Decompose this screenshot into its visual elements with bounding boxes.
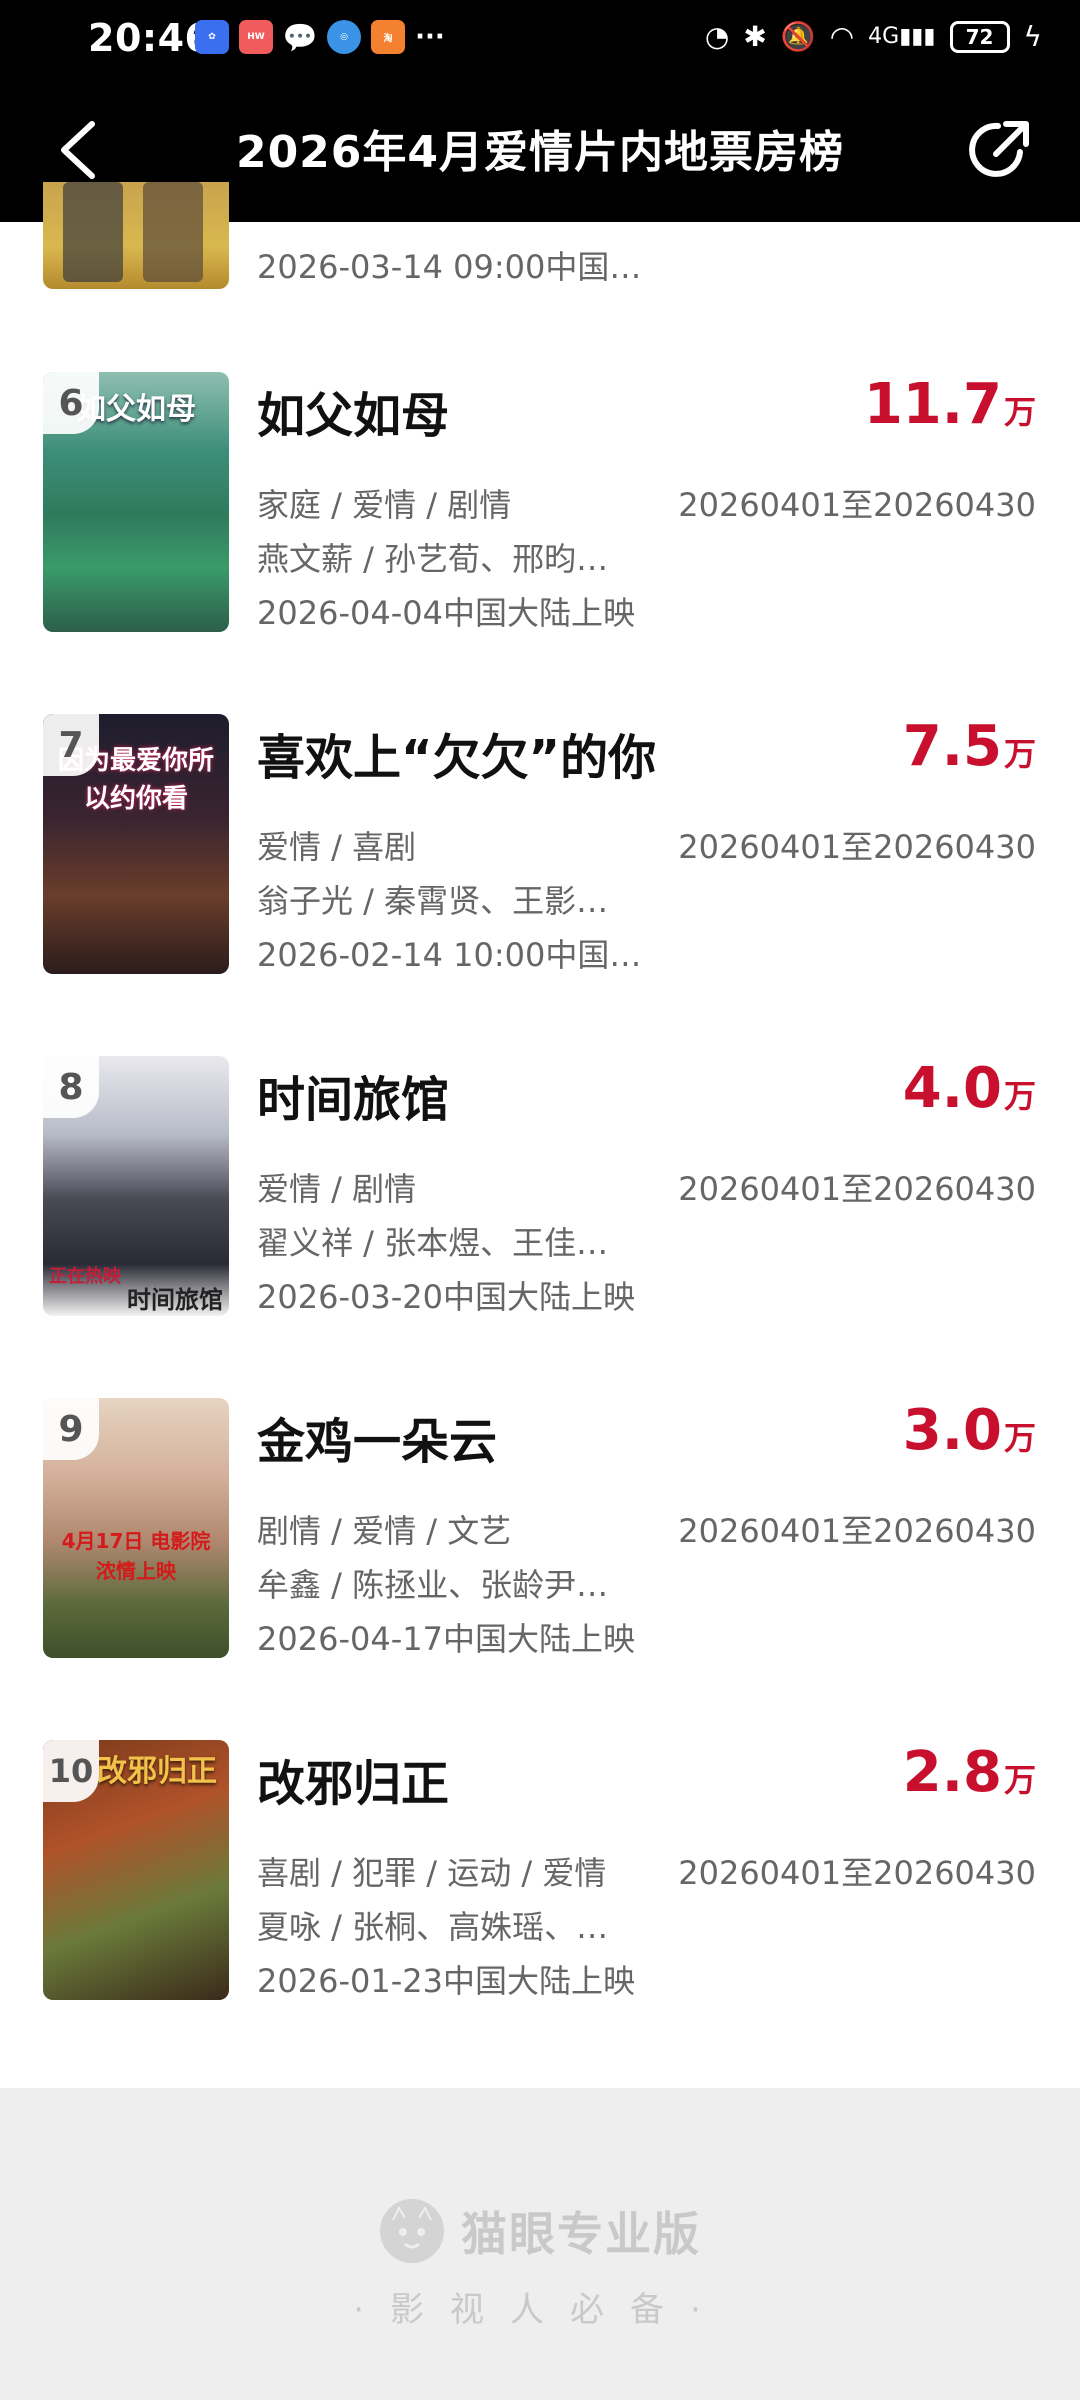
stat-period: 20260401至20260430	[678, 1854, 1036, 1892]
movie-name: 如父如母	[257, 388, 450, 444]
box-office-unit: 万	[1003, 735, 1036, 773]
maoyan-cat-logo-icon	[380, 2199, 444, 2263]
stat-period: 20260401至20260430	[678, 1170, 1036, 1208]
box-office-unit: 万	[1003, 1077, 1036, 1115]
release-date: 2026-04-04中国大陆上映	[257, 594, 635, 632]
movie-genre: 爱情 / 剧情	[257, 1170, 417, 1208]
box-office-value: 7.5	[902, 714, 1002, 779]
movie-cast: 燕文薪 / 孙艺荀、邢昀…	[257, 540, 609, 578]
wechat-icon: 💬	[282, 20, 318, 54]
more-notifications-icon: ···	[415, 22, 445, 52]
status-bar: 20:46 ✿ HW 💬 ◎ 淘 ··· ◔ ✱ 🔕 ◠ 4G▮▮▮ 72 ϟ	[0, 0, 1080, 80]
movie-poster	[43, 182, 229, 289]
movie-cast: 翟义祥 / 张本煜、王佳…	[257, 1224, 609, 1262]
release-date: 2026-03-20中国大陆上映	[257, 1278, 635, 1316]
page-title: 2026年4月爱情片内地票房榜	[235, 127, 845, 178]
charging-icon: ϟ	[1023, 20, 1042, 53]
rank-badge: 9	[43, 1398, 99, 1460]
poster-title: 时间旅馆	[127, 1286, 223, 1314]
network-type: 4G	[868, 24, 900, 49]
mute-icon: 🔕	[780, 20, 816, 53]
footer: 猫眼专业版 ·影视人必备·	[0, 2088, 1080, 2400]
box-office: 2.8 万	[903, 1740, 1036, 1805]
movie-poster: 正在热映 时间旅馆 8	[43, 1056, 229, 1316]
list-item[interactable]: 正在热映 时间旅馆 8 时间旅馆 4.0 万 爱情 / 剧情 20260401至…	[0, 1056, 1080, 1398]
movie-cast: 夏咏 / 张桐、高姝瑶、…	[257, 1908, 609, 1946]
poster-title: 改邪归正	[97, 1754, 217, 1789]
brand: 猫眼专业版	[0, 2198, 1080, 2264]
stat-period: 20260401至20260430	[678, 828, 1036, 866]
taobao-icon: 淘	[371, 20, 405, 54]
box-office: 4.0 万	[903, 1056, 1036, 1121]
movie-poster: 如父如母 6	[43, 372, 229, 632]
movie-genre: 家庭 / 爱情 / 剧情	[257, 486, 512, 524]
box-office-unit: 万	[1003, 1761, 1036, 1799]
movie-genre: 爱情 / 喜剧	[257, 828, 417, 866]
speed-icon: ◔	[704, 20, 730, 53]
bluetooth-icon: ✱	[743, 20, 767, 53]
browser-icon: ◎	[327, 20, 361, 54]
movie-poster: 改邪归正 10	[43, 1740, 229, 2000]
status-time: 20:46	[88, 16, 212, 60]
list-item[interactable]: 改邪归正 10 改邪归正 2.8 万 喜剧 / 犯罪 / 运动 / 爱情 202…	[0, 1740, 1080, 2082]
movie-genre: 剧情 / 爱情 / 文艺	[257, 1512, 512, 1550]
box-office: 7.5 万	[903, 714, 1036, 779]
release-date: 2026-01-23中国大陆上映	[257, 1962, 635, 2000]
movie-poster: 因为最爱你所以约你看 7	[43, 714, 229, 974]
movie-poster: 4月17日 电影院 浓情上映 9	[43, 1398, 229, 1658]
movie-name: 时间旅馆	[257, 1072, 450, 1128]
poster-tag: 正在热映	[49, 1266, 121, 1287]
poster-title: 4月17日 电影院 浓情上映	[61, 1529, 211, 1583]
box-office-value: 11.7	[863, 372, 1002, 437]
notification-icons: ✿ HW 💬 ◎ 淘 ···	[195, 20, 445, 54]
system-icons: ◔ ✱ 🔕 ◠ 4G▮▮▮ 72 ϟ	[705, 20, 1042, 53]
share-icon[interactable]	[962, 112, 1038, 188]
box-office-value: 3.0	[902, 1398, 1002, 1463]
stat-period: 20260401至20260430	[678, 486, 1036, 524]
wifi-icon: ◠	[829, 20, 855, 53]
box-office: 11.7 万	[864, 372, 1036, 437]
rank-badge: 7	[43, 714, 99, 776]
release-date: 2026-04-17中国大陆上映	[257, 1620, 635, 1658]
movie-cast: 翁子光 / 秦霄贤、王影…	[257, 882, 609, 920]
movie-name: 喜欢上“欠欠”的你	[257, 730, 657, 786]
list-item[interactable]: 4月17日 电影院 浓情上映 9 金鸡一朵云 3.0 万 剧情 / 爱情 / 文…	[0, 1398, 1080, 1740]
movie-name: 改邪归正	[257, 1756, 450, 1812]
rank-badge: 8	[43, 1056, 99, 1118]
list-item-partial[interactable]: 2026-03-14 09:00中国…	[0, 182, 1080, 322]
battery-level: 72	[965, 24, 994, 49]
release-date: 2026-02-14 10:00中国…	[257, 936, 642, 974]
rank-badge: 10	[43, 1740, 99, 1802]
stat-period: 20260401至20260430	[678, 1512, 1036, 1550]
battery-icon: 72	[949, 20, 1010, 53]
box-office-unit: 万	[1003, 393, 1036, 431]
movie-cast: 牟鑫 / 陈拯业、张龄尹…	[257, 1566, 609, 1604]
release-date: 2026-03-14 09:00中国…	[257, 248, 642, 286]
signal-icon: 4G▮▮▮	[868, 24, 936, 49]
brand-name: 猫眼专业版	[461, 2207, 701, 2261]
movie-name: 金鸡一朵云	[257, 1414, 498, 1470]
movie-genre: 喜剧 / 犯罪 / 运动 / 爱情	[257, 1854, 607, 1892]
list-item[interactable]: 因为最爱你所以约你看 7 喜欢上“欠欠”的你 7.5 万 爱情 / 喜剧 202…	[0, 714, 1080, 1056]
huawei-notification-icon: HW	[239, 20, 273, 54]
box-office-value: 2.8	[902, 1740, 1002, 1805]
box-office-value: 4.0	[902, 1056, 1002, 1121]
list-item[interactable]: 如父如母 6 如父如母 11.7 万 家庭 / 爱情 / 剧情 20260401…	[0, 372, 1080, 714]
box-office-unit: 万	[1003, 1419, 1036, 1457]
slogan: ·影视人必备·	[353, 2290, 727, 2330]
app-notification-icon: ✿	[195, 20, 229, 54]
box-office: 3.0 万	[903, 1398, 1036, 1463]
rank-badge: 6	[43, 372, 99, 434]
